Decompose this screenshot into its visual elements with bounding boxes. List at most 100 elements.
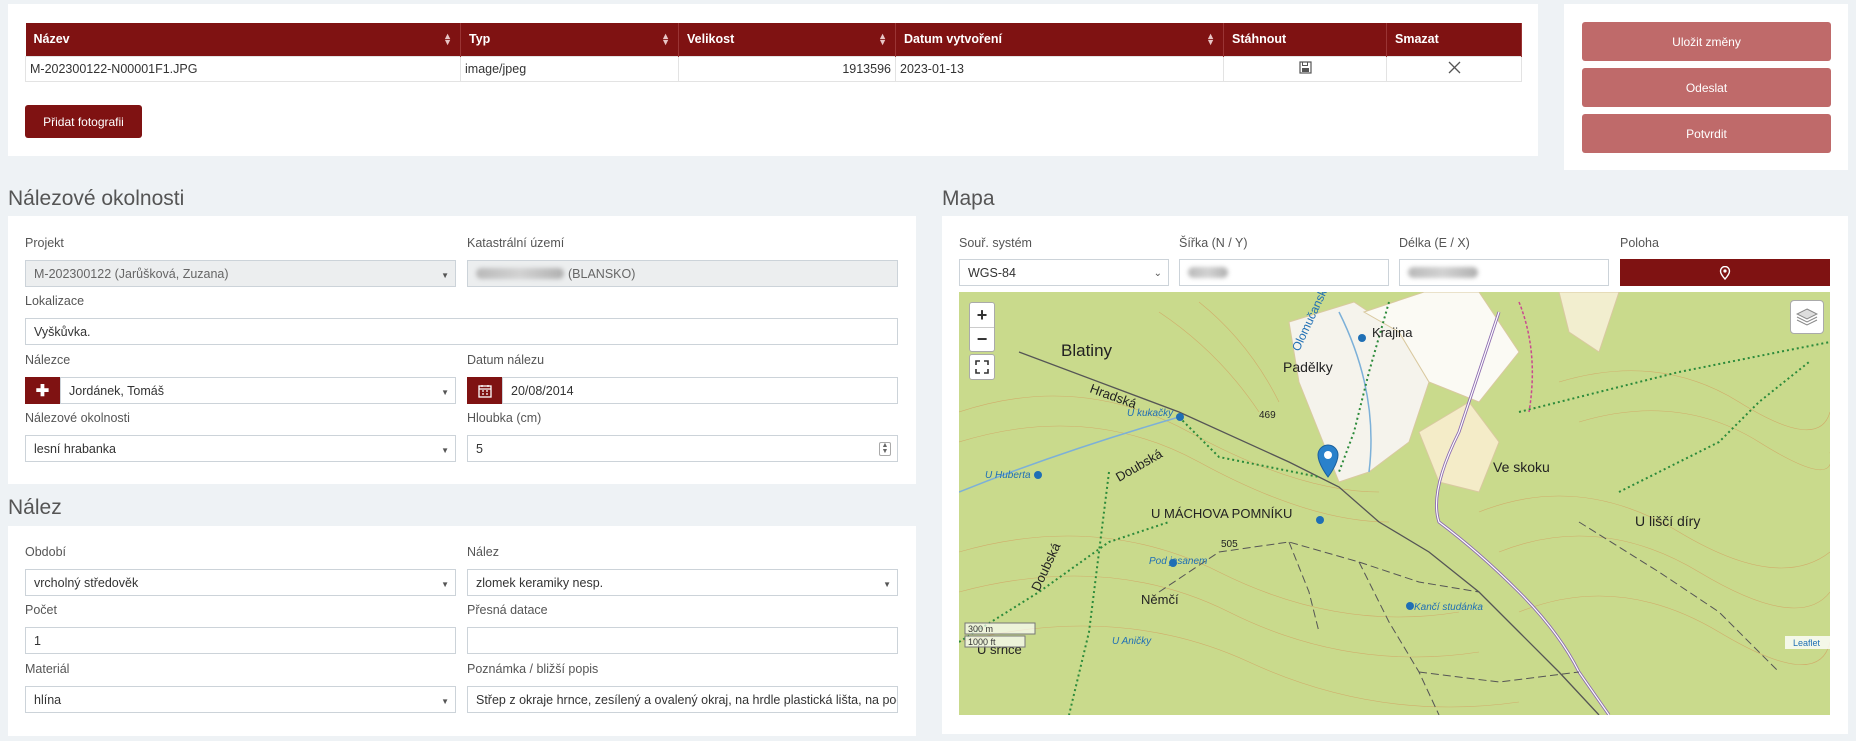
cadastre-value: (BLANSKO) bbox=[568, 266, 636, 281]
map-tiles: Blatiny Hradská U kukačky Padělky Krajin… bbox=[959, 292, 1830, 715]
map-marker-icon bbox=[1719, 265, 1731, 280]
send-button[interactable]: Odeslat bbox=[1582, 68, 1831, 107]
conditions-label: Nálezové okolnosti bbox=[25, 411, 130, 425]
period-value: vrcholný středověk bbox=[34, 575, 139, 590]
col-type[interactable]: Typ ▲ ▼ bbox=[460, 23, 679, 56]
find-type-label: Nález bbox=[467, 545, 499, 559]
date-label: Datum nálezu bbox=[467, 353, 545, 367]
zoom-in-button[interactable]: + bbox=[970, 303, 994, 328]
calendar-button[interactable] bbox=[467, 377, 502, 404]
locality-input[interactable]: Vyškůvka. bbox=[25, 318, 898, 345]
material-label: Materiál bbox=[25, 662, 70, 676]
note-input[interactable]: Střep z okraje hrnce, zesílený a ovalený… bbox=[467, 686, 898, 713]
files-table: Název ▲ ▼ Typ ▲ ▼ Velikost ▲ ▼ Datum vytvoření… bbox=[25, 23, 1522, 82]
position-label: Poloha bbox=[1620, 236, 1659, 250]
crs-select[interactable]: WGS-84 ⌄ bbox=[959, 259, 1169, 286]
place-label: U liščí díry bbox=[1635, 513, 1700, 529]
depth-label: Hloubka (cm) bbox=[467, 411, 542, 425]
confirm-button[interactable]: Potvrdit bbox=[1582, 114, 1831, 153]
sort-icon[interactable]: ▲ ▼ bbox=[443, 32, 452, 47]
note-label: Poznámka / bližší popis bbox=[467, 662, 599, 676]
col-name[interactable]: Název ▲ ▼ bbox=[25, 23, 461, 56]
place-label: Pod jasanem bbox=[1149, 556, 1207, 567]
col-date[interactable]: Datum vytvoření ▲ ▼ bbox=[895, 23, 1224, 56]
lon-label: Délka (E / X) bbox=[1399, 236, 1470, 250]
locality-label: Lokalizace bbox=[25, 294, 85, 308]
file-type: image/jpeg bbox=[460, 55, 679, 82]
file-size: 1913596 bbox=[678, 55, 896, 82]
sort-icon[interactable]: ▲ ▼ bbox=[1206, 32, 1215, 47]
date-input[interactable]: 20/08/2014 bbox=[502, 377, 898, 404]
lat-input[interactable] bbox=[1179, 259, 1389, 286]
fullscreen-icon bbox=[975, 360, 989, 374]
finder-value: Jordánek, Tomáš bbox=[69, 383, 164, 398]
conditions-value: lesní hrabanka bbox=[34, 441, 117, 456]
layers-button[interactable] bbox=[1790, 300, 1824, 334]
download-button[interactable] bbox=[1223, 55, 1387, 82]
actions-panel: Uložit změny Odeslat Potvrdit bbox=[1564, 4, 1848, 170]
scale-feet: 1000 ft bbox=[968, 637, 996, 647]
circumstances-title: Nálezové okolnosti bbox=[8, 187, 185, 210]
count-label: Počet bbox=[25, 603, 57, 617]
caret-icon: ▼ bbox=[441, 580, 449, 589]
place-label: U Huberta bbox=[985, 470, 1031, 481]
file-date: 2023-01-13 bbox=[895, 55, 1224, 82]
caret-icon: ▼ bbox=[441, 271, 449, 280]
map-title: Mapa bbox=[942, 187, 995, 210]
chevron-down-icon: ⌄ bbox=[1153, 268, 1162, 279]
plus-icon: ✚ bbox=[35, 382, 50, 400]
period-label: Období bbox=[25, 545, 67, 559]
files-panel: Název ▲ ▼ Typ ▲ ▼ Velikost ▲ ▼ Datum vytvoření… bbox=[8, 4, 1538, 156]
redacted-text bbox=[1408, 267, 1478, 278]
floppy-disk-icon bbox=[1298, 60, 1312, 74]
place-label: Krajina bbox=[1372, 325, 1413, 340]
count-input[interactable]: 1 bbox=[25, 627, 456, 654]
cadastre-label: Katastrální území bbox=[467, 236, 565, 250]
caret-icon: ▼ bbox=[441, 697, 449, 706]
conditions-select[interactable]: lesní hrabanka ▼ bbox=[25, 435, 456, 462]
col-size[interactable]: Velikost ▲ ▼ bbox=[678, 23, 896, 56]
material-value: hlína bbox=[34, 692, 62, 707]
place-label: Němčí bbox=[1141, 592, 1179, 607]
map-view[interactable]: Blatiny Hradská U kukačky Padělky Krajin… bbox=[959, 292, 1830, 715]
calendar-icon bbox=[477, 384, 492, 398]
project-label: Projekt bbox=[25, 236, 64, 250]
add-finder-button[interactable]: ✚ bbox=[25, 377, 60, 404]
depth-input[interactable]: 5 ▲ ▼ bbox=[467, 435, 898, 462]
col-download: Stáhnout bbox=[1223, 23, 1387, 56]
project-value: M-202300122 (Jarůšková, Zuzana) bbox=[34, 266, 229, 281]
scale-meters: 300 m bbox=[968, 624, 993, 634]
fullscreen-button[interactable] bbox=[969, 354, 995, 380]
attribution-link[interactable]: Leaflet bbox=[1793, 638, 1821, 648]
locate-button[interactable] bbox=[1620, 259, 1830, 286]
find-title: Nález bbox=[8, 496, 62, 519]
place-label: 469 bbox=[1259, 410, 1276, 421]
project-select[interactable]: M-202300122 (Jarůšková, Zuzana) ▼ bbox=[25, 260, 456, 287]
place-label: U MÁCHOVA POMNÍKU bbox=[1151, 506, 1292, 521]
caret-icon: ▼ bbox=[441, 388, 449, 397]
col-delete: Smazat bbox=[1386, 23, 1522, 56]
cadastre-field[interactable]: (BLANSKO) bbox=[467, 260, 898, 287]
zoom-out-button[interactable]: − bbox=[970, 328, 994, 352]
depth-value: 5 bbox=[476, 441, 483, 456]
crs-label: Souř. systém bbox=[959, 236, 1032, 250]
add-photo-button[interactable]: Přidat fotografii bbox=[25, 105, 142, 138]
table-row: M-202300122-N00001F1.JPG image/jpeg 1913… bbox=[25, 55, 1522, 82]
period-select[interactable]: vrcholný středověk ▼ bbox=[25, 569, 456, 596]
dating-input[interactable] bbox=[467, 627, 898, 654]
spinner-icon[interactable]: ▲ ▼ bbox=[879, 442, 891, 456]
material-select[interactable]: hlína ▼ bbox=[25, 686, 456, 713]
find-panel: Období vrcholný středověk ▼ Nález zlomek … bbox=[8, 526, 916, 736]
sort-icon[interactable]: ▲ ▼ bbox=[661, 32, 670, 47]
place-label: Blatiny bbox=[1061, 341, 1113, 360]
find-type-value: zlomek keramiky nesp. bbox=[476, 575, 604, 590]
delete-button[interactable] bbox=[1386, 55, 1522, 82]
find-type-select[interactable]: zlomek keramiky nesp. ▼ bbox=[467, 569, 898, 596]
save-changes-button[interactable]: Uložit změny bbox=[1582, 22, 1831, 61]
caret-icon: ▼ bbox=[441, 446, 449, 455]
place-label: Kančí studánka bbox=[1414, 602, 1483, 613]
lon-input[interactable] bbox=[1399, 259, 1609, 286]
circumstances-panel: Projekt M-202300122 (Jarůšková, Zuzana) ▼… bbox=[8, 216, 916, 484]
sort-icon[interactable]: ▲ ▼ bbox=[878, 32, 887, 47]
finder-select[interactable]: Jordánek, Tomáš ▼ bbox=[60, 377, 456, 404]
